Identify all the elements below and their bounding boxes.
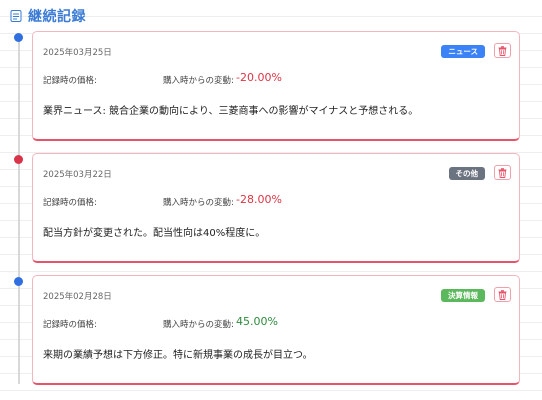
record-list-icon: [10, 10, 22, 22]
category-badge: 決算情報: [441, 289, 485, 302]
record-note: 配当方針が変更された。配当性向は40%程度に。: [43, 228, 266, 239]
record-date: 2025年02月28日: [43, 292, 112, 302]
change-value: 45.00%: [236, 315, 278, 328]
delete-button[interactable]: [494, 165, 511, 180]
price-label: 記録時の価格:: [43, 76, 97, 86]
trash-icon: [498, 45, 507, 56]
timeline-dot: [14, 277, 23, 286]
category-badge: その他: [448, 167, 485, 180]
trash-icon: [498, 289, 507, 300]
record-note: 業界ニュース: 競合企業の動向により、三菱商事への影響がマイナスと予想される。: [43, 106, 419, 117]
delete-button[interactable]: [494, 43, 511, 58]
change-label: 購入時からの変動:: [163, 320, 234, 330]
delete-button[interactable]: [494, 287, 511, 302]
record-note: 来期の業績予想は下方修正。特に新規事業の成長が目立つ。: [43, 350, 313, 361]
record-date: 2025年03月22日: [43, 170, 112, 180]
category-badge: ニュース: [441, 45, 485, 58]
price-label: 記録時の価格:: [43, 320, 97, 330]
record-date: 2025年03月25日: [43, 48, 112, 58]
timeline-line: [18, 36, 20, 384]
record-card: 2025年03月22日 その他 記録時の価格: 購入時からの変動: -28.00…: [32, 153, 520, 263]
page-title: 継続記録: [28, 9, 86, 25]
change-label: 購入時からの変動:: [163, 198, 234, 208]
change-value: -28.00%: [236, 193, 282, 206]
page-header: 継続記録: [10, 6, 86, 26]
timeline-dot: [14, 33, 23, 42]
price-label: 記録時の価格:: [43, 198, 97, 208]
record-card: 2025年02月28日 決算情報 記録時の価格: 購入時からの変動: 45.00…: [32, 275, 520, 385]
timeline-dot: [14, 155, 23, 164]
change-label: 購入時からの変動:: [163, 76, 234, 86]
change-value: -20.00%: [236, 71, 282, 84]
trash-icon: [498, 167, 507, 178]
record-card: 2025年03月25日 ニュース 記録時の価格: 購入時からの変動: -20.0…: [32, 31, 520, 141]
